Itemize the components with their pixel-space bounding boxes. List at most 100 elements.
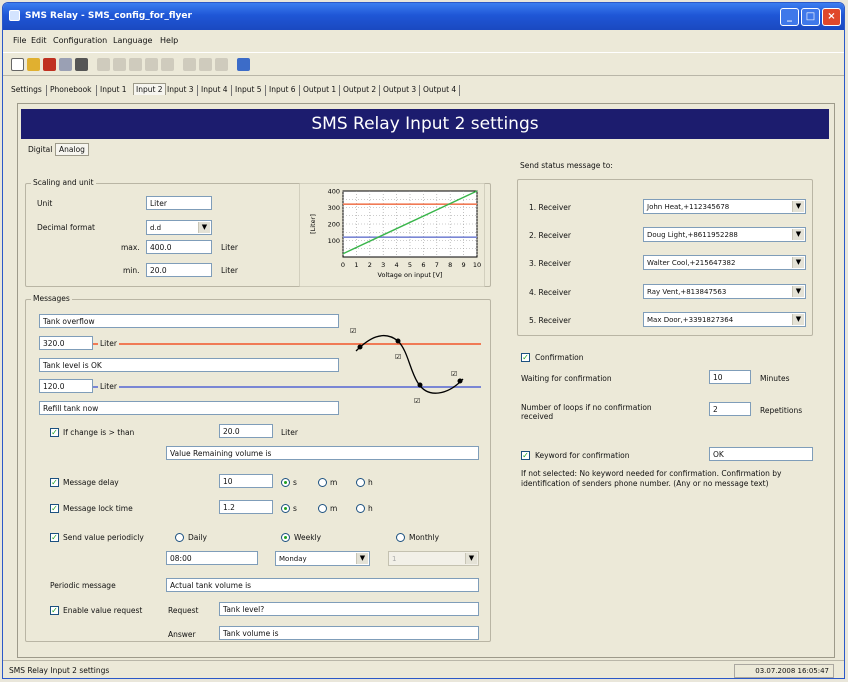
view3-icon[interactable] (215, 58, 228, 71)
delay-unit-m-radio[interactable] (318, 478, 327, 487)
high-level-input[interactable]: 320.0 (39, 336, 93, 350)
menu-help[interactable]: Help (160, 36, 178, 45)
waiting-input[interactable]: 10 (709, 370, 751, 384)
print-icon[interactable] (75, 58, 88, 71)
scaling-chart: 400 300 200 100 0 1 2 3 4 5 6 7 8 9 10 [Liter] Voltage o… (299, 183, 485, 287)
value-text-input[interactable]: Value Remaining volume is (166, 446, 479, 460)
loops-input[interactable]: 2 (709, 402, 751, 416)
menu-edit[interactable]: Edit (31, 36, 47, 45)
low-level-input[interactable]: 120.0 (39, 379, 93, 393)
decimal-format-value: d.d (150, 224, 162, 232)
max-input[interactable]: 400.0 (146, 240, 212, 254)
unit-input[interactable]: Liter (146, 196, 212, 210)
new-icon[interactable] (11, 58, 24, 71)
chevron-down-icon: ▼ (198, 222, 210, 233)
receiver-1-select[interactable]: John Heat,+112345678 ▼ (643, 199, 806, 214)
change-label: If change is > than (63, 428, 135, 437)
answer-input[interactable]: Tank volume is (219, 626, 479, 640)
receiver-2-select[interactable]: Doug Light,+8611952288 ▼ (643, 227, 806, 242)
weekday-select[interactable]: Monday ▼ (275, 551, 370, 566)
transfer-icon[interactable] (237, 58, 250, 71)
delay-unit-h-radio[interactable] (356, 478, 365, 487)
copy-icon[interactable] (113, 58, 126, 71)
hysteresis-illustration: ☑ ☑ ☑ ☑ (350, 327, 464, 405)
delay-unit-s-label: s (293, 478, 297, 487)
receiver-5-value: Max Door,+3391827364 (647, 316, 734, 324)
decimal-format-select[interactable]: d.d ▼ (146, 220, 212, 235)
tab-phonebook[interactable]: Phonebook (50, 85, 92, 94)
lock-unit-s-radio[interactable] (281, 504, 290, 513)
tab-input-4[interactable]: Input 4 (201, 85, 228, 94)
message-refill-input[interactable]: Refill tank now (39, 401, 339, 415)
delay-unit-h-label: h (368, 478, 373, 487)
tab-input-6[interactable]: Input 6 (269, 85, 296, 94)
subtab-digital[interactable]: Digital (25, 144, 55, 155)
delete-icon[interactable] (145, 58, 158, 71)
tab-input-3[interactable]: Input 3 (167, 85, 194, 94)
receiver-3-select[interactable]: Walter Cool,+215647382 ▼ (643, 255, 806, 270)
min-unit-label: Liter (221, 266, 238, 275)
weekly-radio[interactable] (281, 533, 290, 542)
time-input[interactable]: 08:00 (166, 551, 258, 565)
tab-input-5[interactable]: Input 5 (235, 85, 262, 94)
menu-language[interactable]: Language (113, 36, 152, 45)
save-icon[interactable] (59, 58, 72, 71)
lock-checkbox[interactable]: ✓ (50, 504, 59, 513)
tab-settings[interactable]: Settings (11, 85, 42, 94)
delay-unit-s-radio[interactable] (281, 478, 290, 487)
menu-configuration[interactable]: Configuration (53, 36, 107, 45)
tab-input-2[interactable]: Input 2 (133, 83, 166, 95)
tab-output-4[interactable]: Output 4 (423, 85, 456, 94)
x-axis-label: Voltage on input [V] (378, 271, 443, 279)
minimize-button[interactable]: _ (780, 8, 799, 26)
delay-input[interactable]: 10 (219, 474, 273, 488)
enable-request-checkbox[interactable]: ✓ (50, 606, 59, 615)
lock-unit-h-radio[interactable] (356, 504, 365, 513)
monthly-radio[interactable] (396, 533, 405, 542)
delay-checkbox[interactable]: ✓ (50, 478, 59, 487)
tab-input-1[interactable]: Input 1 (100, 85, 127, 94)
daily-radio[interactable] (175, 533, 184, 542)
keyword-input[interactable]: OK (709, 447, 813, 461)
view2-icon[interactable] (199, 58, 212, 71)
message-ok-input[interactable]: Tank level is OK (39, 358, 339, 372)
scaling-group-title: Scaling and unit (31, 178, 96, 187)
periodic-message-input[interactable]: Actual tank volume is (166, 578, 479, 592)
view1-icon[interactable] (183, 58, 196, 71)
y-axis-label: [Liter] (309, 214, 317, 234)
cut-icon[interactable] (97, 58, 110, 71)
lock-unit-h-label: h (368, 504, 373, 513)
x-tick-label: 8 (448, 261, 452, 269)
y-tick-label: 400 (328, 188, 340, 196)
lock-unit-m-radio[interactable] (318, 504, 327, 513)
close-button[interactable]: × (822, 8, 841, 26)
app-icon (9, 10, 20, 21)
lock-input[interactable]: 1.2 (219, 500, 273, 514)
answer-label: Answer (168, 630, 196, 639)
tab-output-3[interactable]: Output 3 (383, 85, 416, 94)
change-input[interactable]: 20.0 (219, 424, 273, 438)
tab-output-2[interactable]: Output 2 (343, 85, 376, 94)
receiver-5-select[interactable]: Max Door,+3391827364 ▼ (643, 312, 806, 327)
periodic-checkbox[interactable]: ✓ (50, 533, 59, 542)
open-icon[interactable] (27, 58, 40, 71)
svg-text:☑: ☑ (350, 327, 356, 335)
receiver-4-select[interactable]: Ray Vent,+813847563 ▼ (643, 284, 806, 299)
open-red-icon[interactable] (43, 58, 56, 71)
keyword-checkbox[interactable]: ✓ (521, 451, 530, 460)
low-level-unit: Liter (98, 382, 119, 391)
maximize-button[interactable]: □ (801, 8, 820, 26)
paste-icon[interactable] (129, 58, 142, 71)
message-overflow-input[interactable]: Tank overflow (39, 314, 339, 328)
title-bar: SMS Relay - SMS_config_for_flyer _ □ × (3, 3, 844, 30)
change-checkbox[interactable]: ✓ (50, 428, 59, 437)
confirmation-checkbox[interactable]: ✓ (521, 353, 530, 362)
receiver-1-value: John Heat,+112345678 (647, 203, 730, 211)
undo-icon[interactable] (161, 58, 174, 71)
x-tick-label: 1 (354, 261, 358, 269)
request-input[interactable]: Tank level? (219, 602, 479, 616)
tab-output-1[interactable]: Output 1 (303, 85, 336, 94)
menu-file[interactable]: File (13, 36, 26, 45)
subtab-analog[interactable]: Analog (55, 143, 89, 156)
min-input[interactable]: 20.0 (146, 263, 212, 277)
